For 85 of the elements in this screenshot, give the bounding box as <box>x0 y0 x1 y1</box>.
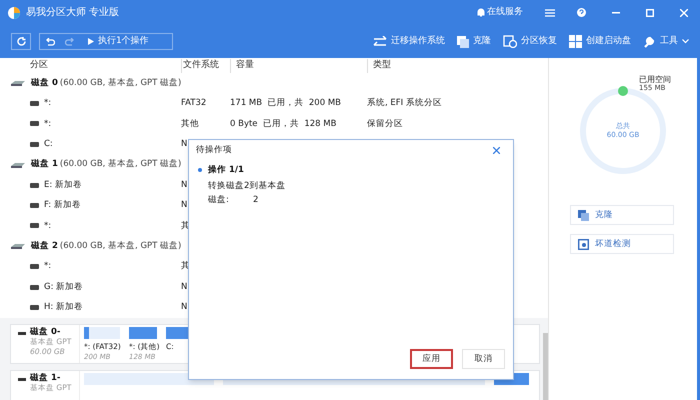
table-cell: 其 <box>181 220 190 231</box>
disk-clock-icon <box>503 35 517 48</box>
used-space-label: 已用空间 <box>639 75 671 84</box>
column-header[interactable]: 分区 <box>0 59 181 73</box>
disk-label: 磁盘 1- <box>30 372 62 383</box>
bullet-icon <box>198 168 202 172</box>
partition-name[interactable]: *: <box>44 118 52 130</box>
operation-title: 操作 1/1 <box>208 164 244 177</box>
drive-icon <box>30 203 39 208</box>
drive-icon <box>30 304 39 310</box>
drive-icon <box>30 142 39 147</box>
toolbar-button[interactable]: 迁移操作系统 <box>373 34 445 48</box>
column-header[interactable]: 类型 <box>367 59 548 73</box>
partition-name[interactable]: E: 新加卷 <box>44 178 82 192</box>
table-cell: N <box>181 302 188 312</box>
copy-icon <box>578 210 589 220</box>
partition-name[interactable]: G: 新加卷 <box>44 280 84 294</box>
drive-icon <box>30 182 39 188</box>
side-action-button[interactable]: 克隆 <box>570 205 674 225</box>
column-header[interactable]: 文件系统 <box>181 59 230 73</box>
copy-icon <box>457 36 469 48</box>
disk-name[interactable]: 磁盘 2 <box>31 240 58 253</box>
scrollbar[interactable] <box>543 333 548 400</box>
table-cell: 其他 <box>181 118 199 129</box>
table-cell: 保留分区 <box>367 118 403 130</box>
partition-name[interactable]: F: 新加卷 <box>44 199 81 212</box>
toolbar-button[interactable]: 克隆 <box>457 34 491 48</box>
chevron-down-icon <box>682 39 689 44</box>
field-label: 磁盘: <box>208 194 230 206</box>
bell-icon <box>477 8 485 17</box>
refresh-button[interactable] <box>11 33 31 50</box>
operation-description: 转换磁盘2到基本盘 <box>207 180 286 192</box>
window-title: 易我分区大师 专业版 <box>26 6 120 20</box>
column-header[interactable]: 容量 <box>230 59 367 73</box>
app-logo-icon <box>8 6 20 18</box>
usage-fill[interactable] <box>129 326 157 339</box>
table-cell: N <box>181 138 188 149</box>
help-icon[interactable] <box>577 8 586 17</box>
close-icon[interactable] <box>493 146 500 154</box>
toolbar-button[interactable]: 分区恢复 <box>503 34 557 48</box>
partition-bar[interactable] <box>84 326 120 339</box>
drive-icon <box>30 284 39 290</box>
table-cell-text: 0 Byte 已用，共 128 MB <box>230 118 338 130</box>
table-cell: 其 <box>181 261 190 272</box>
table-cell: N <box>181 282 188 292</box>
redo-icon <box>65 38 75 46</box>
swap-icon <box>373 36 387 48</box>
disk-name[interactable]: 磁盘 1 <box>31 158 58 172</box>
play-icon <box>88 38 94 45</box>
side-action-button[interactable]: 坏道检测 <box>570 234 674 254</box>
toolbar-button[interactable]: 工具 <box>643 34 689 48</box>
table-cell: N <box>181 200 188 210</box>
minimize-icon[interactable] <box>612 12 620 14</box>
partition-name[interactable]: *: <box>44 97 52 110</box>
menu-icon[interactable] <box>545 8 555 16</box>
table-cell-text: 171 MB 已用，共 200 MB <box>230 97 342 110</box>
dialog-button[interactable]: 应用 <box>410 349 453 369</box>
wrench-icon <box>643 35 656 48</box>
undo-icon <box>45 38 55 46</box>
used-marker-icon <box>618 86 628 96</box>
drive-icon <box>30 223 39 228</box>
online-service-button[interactable]: 在线服务 <box>477 6 523 20</box>
partition-name[interactable]: H: 新加卷 <box>44 301 83 314</box>
disk-info: (60.00 GB, 基本盘, GPT 磁盘) <box>60 240 182 253</box>
disk-info: (60.00 GB, 基本盘, GPT 磁盘) <box>60 76 182 90</box>
table-cell: 系统, EFI 系统分区 <box>367 97 442 110</box>
dialog-button[interactable]: 取消 <box>462 349 505 369</box>
disk-name[interactable]: 磁盘 0 <box>31 76 58 90</box>
drive-icon <box>30 121 39 126</box>
maximize-icon[interactable] <box>646 8 654 16</box>
field-value: 2 <box>253 194 258 206</box>
disk-label: 磁盘 0- <box>30 326 62 337</box>
disk-scan-icon <box>578 238 589 250</box>
table-cell: N <box>181 180 188 190</box>
partition-name[interactable]: *: <box>44 220 52 232</box>
partition-name[interactable]: C: <box>44 138 53 151</box>
dialog-title: 待操作项 <box>196 144 233 156</box>
toolbar-button[interactable]: 创建启动盘 <box>569 34 631 48</box>
refresh-icon <box>16 37 26 46</box>
disk-info: (60.00 GB, 基本盘, GPT 磁盘) <box>60 158 182 172</box>
drive-icon <box>30 101 39 106</box>
drive-icon <box>30 264 39 270</box>
partition-name[interactable]: *: <box>44 260 52 274</box>
windows-icon <box>569 35 582 48</box>
table-cell: FAT32 <box>181 98 206 108</box>
